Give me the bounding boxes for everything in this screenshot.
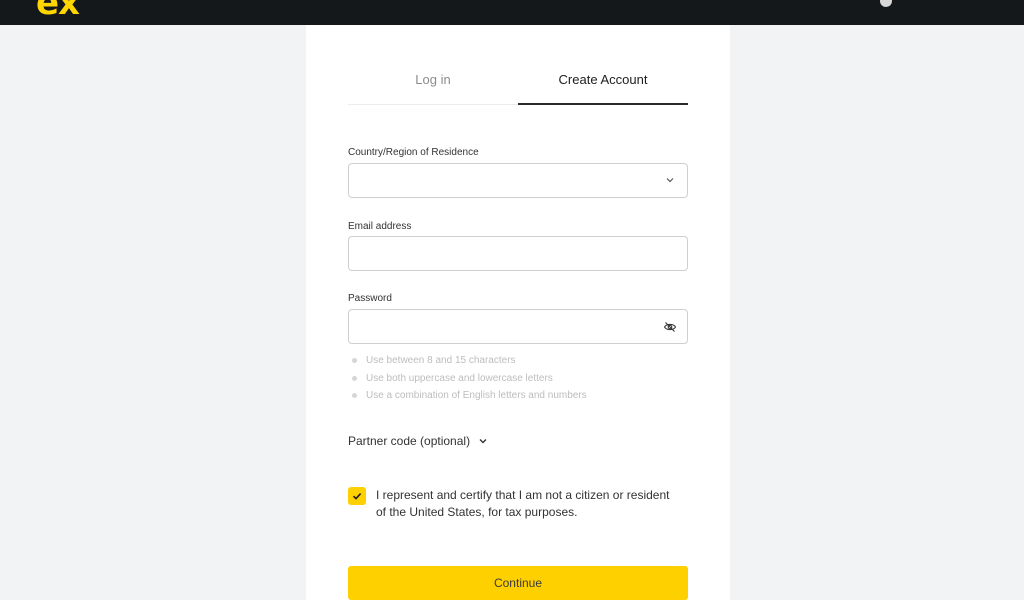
password-rule: Use a combination of English letters and…	[352, 387, 692, 405]
tax-consent-line: I represent and certify that I am not a …	[376, 488, 670, 502]
tax-consent-text: I represent and certify that I am not a …	[376, 487, 669, 521]
password-label: Password	[348, 293, 392, 304]
tab-create-account[interactable]: Create Account	[518, 69, 688, 105]
country-select[interactable]	[348, 163, 688, 198]
country-input[interactable]	[349, 164, 687, 197]
password-rule-text: Use between 8 and 15 characters	[366, 355, 516, 367]
partner-code-toggle[interactable]: Partner code (optional)	[348, 434, 488, 448]
password-field[interactable]	[348, 309, 688, 344]
checkmark-icon	[352, 493, 362, 500]
globe-icon	[880, 0, 892, 7]
tax-consent-checkbox[interactable]	[348, 487, 366, 505]
chevron-down-icon	[479, 439, 487, 444]
chevron-down-icon	[666, 178, 674, 183]
password-rule-text: Use both uppercase and lowercase letters	[366, 372, 553, 384]
email-field[interactable]	[348, 236, 688, 271]
country-label: Country/Region of Residence	[348, 147, 479, 158]
eye-off-icon[interactable]	[663, 320, 677, 334]
tax-consent: I represent and certify that I am not a …	[348, 487, 688, 521]
email-input[interactable]	[349, 237, 687, 270]
auth-tabs: Log in Create Account	[348, 69, 688, 105]
password-input[interactable]	[349, 310, 687, 343]
exness-logo[interactable]: ex	[36, 0, 80, 20]
language-selector[interactable]	[880, 0, 898, 7]
password-rule: Use between 8 and 15 characters	[352, 352, 692, 370]
password-rule-text: Use a combination of English letters and…	[366, 390, 587, 402]
tax-consent-line: of the United States, for tax purposes.	[376, 505, 578, 519]
signup-card: Log in Create Account Country/Region of …	[306, 25, 730, 600]
password-rule: Use both uppercase and lowercase letters	[352, 370, 692, 388]
bullet-icon	[352, 393, 357, 399]
bullet-icon	[352, 375, 357, 381]
tab-log-in[interactable]: Log in	[348, 69, 518, 105]
top-bar: ex	[0, 0, 1024, 25]
partner-code-label: Partner code (optional)	[348, 434, 471, 448]
bullet-icon	[352, 358, 357, 364]
password-rules: Use between 8 and 15 characters Use both…	[352, 352, 692, 405]
email-label: Email address	[348, 221, 412, 232]
continue-button[interactable]: Continue	[348, 566, 688, 600]
